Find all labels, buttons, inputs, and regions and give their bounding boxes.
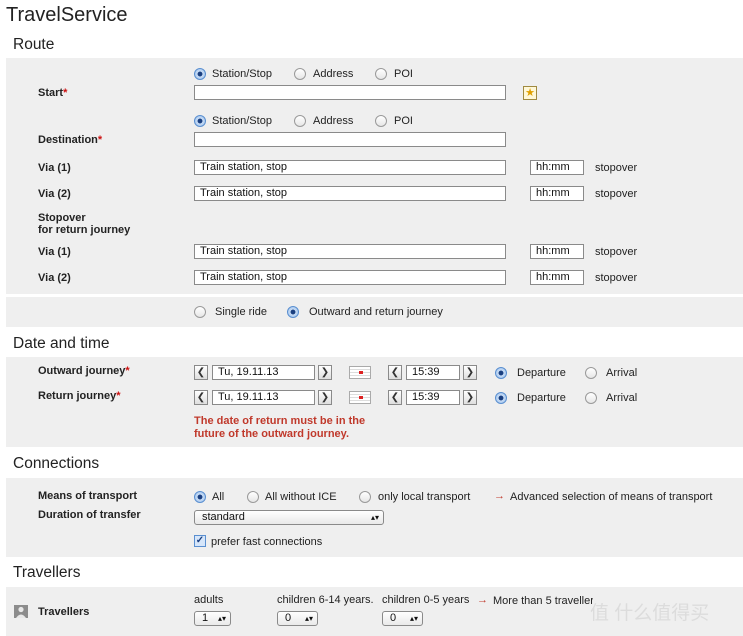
return-calendar-icon[interactable]: [349, 391, 371, 404]
adults-select[interactable]: 1 ▴▾: [194, 611, 231, 626]
return-time-prev-button[interactable]: ❮: [388, 390, 402, 405]
return-time-input[interactable]: 15:39: [406, 390, 460, 405]
means-all-radio[interactable]: [194, 491, 206, 503]
select-arrows-icon: ▴▾: [370, 513, 379, 522]
children-6-14-label: children 6-14 years.: [277, 594, 374, 606]
start-label: Start*: [38, 87, 68, 99]
via1-stopover-label: stopover: [595, 162, 638, 174]
more-travellers-arrow-icon: →: [477, 594, 488, 606]
return-date-next-button[interactable]: ❯: [318, 390, 332, 405]
app-title: TravelService: [6, 4, 128, 26]
return-via1-stopover-time-input[interactable]: hh:mm: [530, 244, 584, 259]
return-via2-label: Via (2): [38, 272, 71, 284]
section-title-route: Route: [13, 36, 55, 53]
outward-calendar-icon[interactable]: [349, 366, 371, 379]
prefer-fast-label: prefer fast connections: [211, 536, 323, 548]
outward-date-prev-button[interactable]: ❮: [194, 365, 208, 380]
outward-time-input[interactable]: 15:39: [406, 365, 460, 380]
means-local-label: only local transport: [378, 491, 471, 503]
section-title-connections: Connections: [13, 455, 100, 472]
return-departure-radio[interactable]: [495, 392, 507, 404]
destination-input[interactable]: [194, 132, 506, 147]
return-date-input[interactable]: Tu, 19.11.13: [212, 390, 315, 405]
via1-stopover-time-input[interactable]: hh:mm: [530, 160, 584, 175]
return-arrival-label: Arrival: [606, 392, 638, 404]
start-type-poi-radio[interactable]: [375, 68, 387, 80]
start-type-station-label: Station/Stop: [212, 68, 272, 80]
start-type-station-radio[interactable]: [194, 68, 206, 80]
destination-type-station-label: Station/Stop: [212, 115, 272, 127]
return-stopover-heading: Stopover for return journey: [38, 212, 131, 236]
outward-time-prev-button[interactable]: ❮: [388, 365, 402, 380]
return-via2-stopover-label: stopover: [595, 272, 638, 284]
start-input[interactable]: [194, 85, 506, 100]
via2-stopover-label: stopover: [595, 188, 638, 200]
single-ride-label: Single ride: [215, 306, 267, 318]
duration-of-transfer-label: Duration of transfer: [38, 509, 141, 521]
favorite-star-icon[interactable]: ★: [523, 86, 537, 100]
more-travellers-link[interactable]: More than 5 travellers: [493, 595, 593, 607]
return-via1-stopover-label: stopover: [595, 246, 638, 258]
means-all-label: All: [212, 491, 225, 503]
via1-label: Via (1): [38, 162, 71, 174]
destination-type-poi-label: POI: [394, 115, 413, 127]
select-arrows-icon: ▴▾: [409, 614, 418, 623]
destination-type-address-radio[interactable]: [294, 115, 306, 127]
destination-type-station-radio[interactable]: [194, 115, 206, 127]
prefer-fast-checkbox[interactable]: ✓: [194, 535, 206, 547]
transfer-duration-select[interactable]: standard ▴▾: [194, 510, 384, 525]
destination-label: Destination*: [38, 134, 103, 146]
children-0-5-label: children 0-5 years: [382, 594, 470, 606]
select-arrows-icon: ▴▾: [304, 614, 313, 623]
return-date-error-message: The date of return must be in the future …: [194, 415, 366, 440]
outward-return-label: Outward and return journey: [309, 306, 443, 318]
means-without-ice-label: All without ICE: [265, 491, 337, 503]
start-type-address-label: Address: [313, 68, 354, 80]
traveller-person-icon: [14, 605, 28, 618]
outward-departure-radio[interactable]: [495, 367, 507, 379]
start-type-address-radio[interactable]: [294, 68, 306, 80]
return-departure-label: Departure: [517, 392, 566, 404]
return-via1-input[interactable]: Train station, stop: [194, 244, 506, 259]
via1-input[interactable]: Train station, stop: [194, 160, 506, 175]
destination-type-poi-radio[interactable]: [375, 115, 387, 127]
outward-time-next-button[interactable]: ❯: [463, 365, 477, 380]
adults-label: adults: [194, 594, 224, 606]
outward-date-next-button[interactable]: ❯: [318, 365, 332, 380]
section-title-travellers: Travellers: [13, 564, 81, 581]
return-time-next-button[interactable]: ❯: [463, 390, 477, 405]
advanced-selection-arrow-icon: →: [494, 490, 505, 502]
outward-arrival-radio[interactable]: [585, 367, 597, 379]
means-without-ice-radio[interactable]: [247, 491, 259, 503]
destination-type-address-label: Address: [313, 115, 354, 127]
via2-label: Via (2): [38, 188, 71, 200]
outward-return-radio[interactable]: [287, 306, 299, 318]
means-of-transport-label: Means of transport: [38, 490, 138, 502]
start-type-poi-label: POI: [394, 68, 413, 80]
select-arrows-icon: ▴▾: [217, 614, 226, 623]
single-ride-radio[interactable]: [194, 306, 206, 318]
via2-input[interactable]: Train station, stop: [194, 186, 506, 201]
children-0-5-select[interactable]: 0 ▴▾: [382, 611, 423, 626]
section-title-date-time: Date and time: [13, 335, 110, 352]
outward-journey-label: Outward journey*: [38, 365, 130, 377]
means-local-radio[interactable]: [359, 491, 371, 503]
return-arrival-radio[interactable]: [585, 392, 597, 404]
advanced-selection-link[interactable]: Advanced selection of means of transport: [510, 491, 712, 503]
outward-departure-label: Departure: [517, 367, 566, 379]
outward-date-input[interactable]: Tu, 19.11.13: [212, 365, 315, 380]
return-journey-label: Return journey*: [38, 390, 121, 402]
via2-stopover-time-input[interactable]: hh:mm: [530, 186, 584, 201]
outward-arrival-label: Arrival: [606, 367, 638, 379]
return-date-prev-button[interactable]: ❮: [194, 390, 208, 405]
travellers-row-label: Travellers: [38, 606, 90, 618]
return-via2-input[interactable]: Train station, stop: [194, 270, 506, 285]
return-via1-label: Via (1): [38, 246, 71, 258]
children-6-14-select[interactable]: 0 ▴▾: [277, 611, 318, 626]
watermark-logo: 值 什么值得买: [590, 603, 710, 624]
return-via2-stopover-time-input[interactable]: hh:mm: [530, 270, 584, 285]
